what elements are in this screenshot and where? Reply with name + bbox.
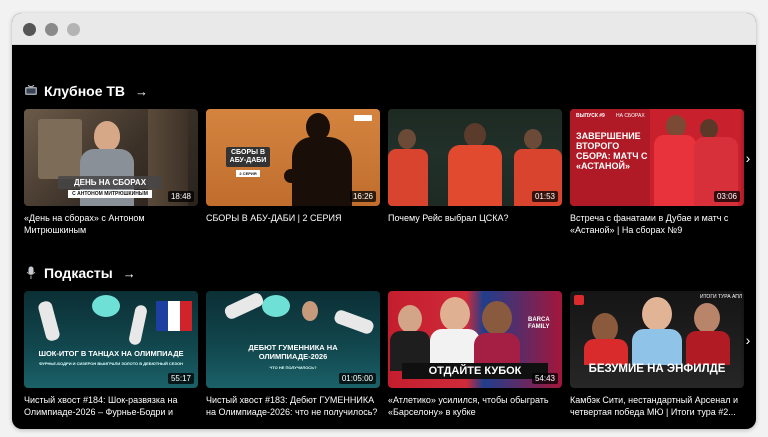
video-title[interactable]: Почему Рейс выбрал ЦСКА? [388,212,562,236]
video-title[interactable]: Камбэк Сити, нестандартный Арсенал и чет… [570,394,744,418]
video-card[interactable]: ДЕНЬ НА СБОРАХ С АНТОНОМ МИТРЮШКИНЫМ 18:… [24,109,198,236]
arrow-right-icon[interactable]: → [135,84,148,99]
video-thumbnail[interactable]: ИТОГИ ТУРА АПЛ БЕЗУМИЕ НА ЭНФИЛДЕ [570,291,744,388]
video-card[interactable]: СБОРЫ В АБУ-ДАБИ 2 СЕРИЯ 16:26 СБОРЫ В А… [206,109,380,236]
thumbnail-overlay-title: СБОРЫ В АБУ-ДАБИ [226,147,270,167]
video-title[interactable]: Встреча с фанатами в Дубае и матч с «Аст… [570,212,744,236]
thumbnail-overlay-title: ЗАВЕРШЕНИЕ ВТОРОГО СБОРА: МАТЧ С «АСТАНО… [576,131,648,171]
video-title[interactable]: «Атлетико» усилился, чтобы обыграть «Бар… [388,394,562,418]
video-card[interactable]: ШОК-ИТОГ В ТАНЦАХ НА ОЛИМПИАДЕ ФУРНЬЕ-БО… [24,291,198,418]
thumbnail-overlay-subtitle: 2 СЕРИЯ [236,170,260,177]
thumbnail-overlay-title: ДЕБЮТ ГУМЕННИКА НА ОЛИМПИАДЕ-2026 [248,343,338,361]
video-thumbnail[interactable]: BARCA FAMILY ОТДАЙТЕ КУБОК 54:43 [388,291,562,388]
podcast-label: BARCA FAMILY [528,317,550,330]
video-title[interactable]: Чистый хвост #183: Дебют ГУМЕННИКА на Ол… [206,394,380,418]
video-thumbnail[interactable]: СБОРЫ В АБУ-ДАБИ 2 СЕРИЯ 16:26 [206,109,380,206]
carousel-next-icon[interactable]: › [740,109,756,206]
thumbnail-overlay-title: ДЕНЬ НА СБОРАХ [58,176,162,189]
video-thumbnail[interactable]: ДЕБЮТ ГУМЕННИКА НА ОЛИМПИАДЕ-2026 ЧТО НЕ… [206,291,380,388]
duration-badge: 55:17 [167,373,194,384]
maximize-window-button[interactable] [67,23,80,36]
window-titlebar [12,13,756,45]
duration-badge: 01:53 [531,191,558,202]
video-card[interactable]: ДЕБЮТ ГУМЕННИКА НА ОЛИМПИАДЕ-2026 ЧТО НЕ… [206,291,380,418]
close-window-button[interactable] [23,23,36,36]
video-thumbnail[interactable]: ДЕНЬ НА СБОРАХ С АНТОНОМ МИТРЮШКИНЫМ 18:… [24,109,198,206]
channel-logo-icon [574,295,584,305]
section-header-club-tv[interactable]: Клубное ТВ → [24,83,148,99]
microphone-icon [24,266,38,280]
thumbnail-overlay-title: БЕЗУМИЕ НА ЭНФИЛДЕ [588,363,726,375]
section-title: Клубное ТВ [44,83,126,99]
duration-badge: 18:48 [167,191,194,202]
thumbnail-overlay-title: ШОК-ИТОГ В ТАНЦАХ НА ОЛИМПИАДЕ [38,349,184,358]
duration-badge: 16:26 [349,191,376,202]
video-thumbnail[interactable]: ШОК-ИТОГ В ТАНЦАХ НА ОЛИМПИАДЕ ФУРНЬЕ-БО… [24,291,198,388]
page-content: Клубное ТВ → ДЕНЬ НА СБОРАХ С АНТОНОМ МИ… [12,45,756,429]
video-card[interactable]: ИТОГИ ТУРА АПЛ БЕЗУМИЕ НА ЭНФИЛДЕ Камбэк… [570,291,744,418]
video-title[interactable]: Чистый хвост #184: Шок-развязка на Олимп… [24,394,198,418]
video-card[interactable]: ВЫПУСК #9 НА СБОРАХ ЗАВЕРШЕНИЕ ВТОРОГО С… [570,109,744,236]
video-title[interactable]: «День на сборах» с Антоном Митрюшкиным [24,212,198,236]
video-card[interactable]: 01:53 Почему Рейс выбрал ЦСКА? [388,109,562,236]
section-header-podcasts[interactable]: Подкасты → [24,265,136,281]
podcast-logo-icon [262,295,290,317]
cska-logo-icon [354,115,372,121]
browser-window: Клубное ТВ → ДЕНЬ НА СБОРАХ С АНТОНОМ МИ… [12,13,756,429]
thumbnail-overlay-subtitle: С АНТОНОМ МИТРЮШКИНЫМ [68,190,152,198]
series-label: НА СБОРАХ [616,113,645,119]
duration-badge: 01:05:00 [338,373,376,384]
thumbnail-overlay-subtitle: ФУРНЬЕ-БОДРИ И СИЗЕРОН ВЫИГРАЛИ ЗОЛОТО В… [39,361,183,366]
video-thumbnail[interactable]: 01:53 [388,109,562,206]
duration-badge: 54:43 [531,373,558,384]
duration-badge: 03:06 [713,191,740,202]
thumbnail-overlay-subtitle: ЧТО НЕ ПОЛУЧИЛОСЬ? [269,365,317,370]
video-thumbnail[interactable]: ВЫПУСК #9 НА СБОРАХ ЗАВЕРШЕНИЕ ВТОРОГО С… [570,109,744,206]
video-row-club-tv: ДЕНЬ НА СБОРАХ С АНТОНОМ МИТРЮШКИНЫМ 18:… [24,109,744,236]
video-title[interactable]: СБОРЫ В АБУ-ДАБИ | 2 СЕРИЯ [206,212,380,236]
podcast-label: ИТОГИ ТУРА АПЛ [700,294,743,300]
video-card[interactable]: BARCA FAMILY ОТДАЙТЕ КУБОК 54:43 «Атлети… [388,291,562,418]
carousel-next-icon[interactable]: › [740,291,756,388]
minimize-window-button[interactable] [45,23,58,36]
video-row-podcasts: ШОК-ИТОГ В ТАНЦАХ НА ОЛИМПИАДЕ ФУРНЬЕ-БО… [24,291,744,418]
section-title: Подкасты [44,265,113,281]
thumbnail-overlay-title: ОТДАЙТЕ КУБОК [402,363,548,379]
podcast-logo-icon [92,295,120,317]
arrow-right-icon[interactable]: → [123,266,136,281]
episode-badge: ВЫПУСК #9 [576,113,605,119]
tv-icon [24,84,38,98]
